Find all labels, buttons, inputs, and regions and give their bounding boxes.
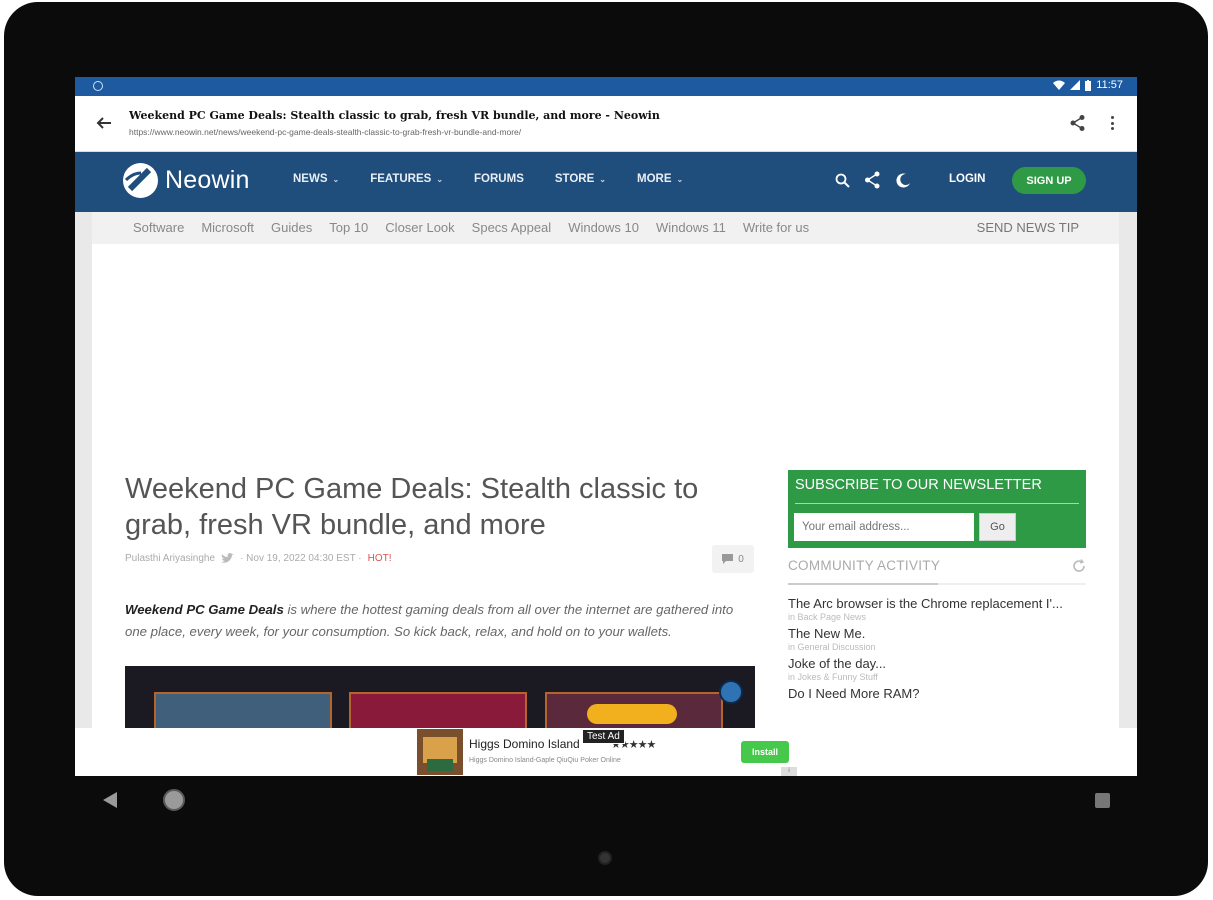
article-intro: Weekend PC Game Deals is where the hotte… [125, 599, 755, 643]
category-list: Software Microsoft Guides Top 10 Closer … [133, 220, 826, 235]
newsletter-title: SUBSCRIBE TO OUR NEWSLETTER [795, 477, 1042, 493]
ad-choices-icon[interactable]: i [781, 767, 797, 776]
category-bar: Software Microsoft Guides Top 10 Closer … [92, 212, 1119, 244]
notification-icon [93, 81, 103, 91]
category-closer-look[interactable]: Closer Look [385, 220, 454, 235]
newsletter-divider [795, 503, 1079, 504]
comment-icon [722, 554, 734, 564]
activity-category: in Jokes & Funny Stuff [788, 672, 878, 682]
home-circle-icon[interactable] [163, 789, 185, 811]
nav-news[interactable]: NEWS ⌄ [293, 173, 339, 185]
refresh-icon[interactable] [1072, 559, 1086, 573]
arrow-left-icon[interactable] [95, 114, 113, 132]
comments-button[interactable]: 0 [712, 545, 754, 573]
category-microsoft[interactable]: Microsoft [201, 220, 254, 235]
ad-subtitle: Higgs Domino Island-Gaple QiuQiu Poker O… [469, 757, 621, 764]
android-nav-bar [75, 776, 1137, 824]
ad-install-button[interactable]: Install [741, 741, 789, 763]
comment-count: 0 [738, 553, 744, 565]
status-icons: 11:57 [1053, 79, 1123, 91]
nav-more[interactable]: MORE ⌄ [637, 173, 683, 185]
battery-icon [1085, 79, 1092, 91]
activity-title: The Arc browser is the Chrome replacemen… [788, 596, 1063, 611]
nav-store[interactable]: STORE ⌄ [555, 173, 606, 185]
recent-apps-icon[interactable] [1095, 793, 1110, 808]
chevron-down-icon: ⌄ [332, 174, 340, 184]
category-software[interactable]: Software [133, 220, 184, 235]
page-title: Weekend PC Game Deals: Stealth classic t… [129, 109, 660, 122]
send-news-tip-link[interactable]: SEND NEWS TIP [977, 220, 1079, 235]
signup-button[interactable]: SIGN UP [1012, 167, 1086, 194]
newsletter-email-input[interactable] [794, 513, 974, 541]
article-meta: Pulasthi Ariyasinghe · Nov 19, 2022 04:3… [125, 553, 392, 564]
status-time: 11:57 [1096, 79, 1123, 91]
community-activity-title: COMMUNITY ACTIVITY [788, 558, 941, 573]
main-nav: NEWS ⌄ FEATURES ⌄ FORUMS STORE ⌄ MORE ⌄ [293, 173, 714, 185]
ad-banner[interactable]: Higgs Domino Island ★★★★★ Test Ad Higgs … [75, 728, 1137, 776]
twitter-icon[interactable] [221, 553, 235, 564]
intro-bold[interactable]: Weekend PC Game Deals [125, 602, 284, 617]
newsletter-box: SUBSCRIBE TO OUR NEWSLETTER Go [788, 470, 1086, 548]
article-author[interactable]: Pulasthi Ariyasinghe [125, 553, 215, 564]
article-date: · Nov 19, 2022 04:30 EST · [240, 553, 362, 564]
share-icon[interactable] [864, 171, 881, 189]
category-specs-appeal[interactable]: Specs Appeal [472, 220, 552, 235]
signal-icon [1070, 80, 1081, 90]
wifi-icon [1053, 80, 1066, 90]
image-zoom-icon[interactable] [719, 680, 743, 704]
nav-forums[interactable]: FORUMS [474, 173, 524, 185]
category-guides[interactable]: Guides [271, 220, 312, 235]
browser-toolbar: Weekend PC Game Deals: Stealth classic t… [75, 96, 1137, 152]
page-url: https://www.neowin.net/news/weekend-pc-g… [129, 127, 522, 137]
activity-category: in General Discussion [788, 642, 876, 652]
community-divider-accent [788, 583, 938, 585]
nav-features[interactable]: FEATURES ⌄ [370, 173, 443, 185]
category-windows-11[interactable]: Windows 11 [656, 220, 726, 235]
activity-item[interactable]: The New Me. in General Discussion [788, 626, 1086, 652]
newsletter-go-button[interactable]: Go [979, 513, 1016, 541]
header-tools [835, 171, 911, 189]
camera-icon [598, 851, 612, 865]
search-icon[interactable] [835, 173, 850, 188]
chevron-down-icon: ⌄ [599, 174, 606, 184]
activity-item[interactable]: The Arc browser is the Chrome replacemen… [788, 596, 1086, 622]
chevron-down-icon: ⌄ [436, 174, 444, 184]
login-link[interactable]: LOGIN [949, 173, 985, 185]
category-windows-10[interactable]: Windows 10 [568, 220, 639, 235]
test-ad-label: Test Ad [582, 729, 625, 744]
activity-category: in Back Page News [788, 612, 867, 622]
page-background: Software Microsoft Guides Top 10 Closer … [75, 212, 1137, 776]
community-activity-list: The Arc browser is the Chrome replacemen… [788, 596, 1086, 705]
activity-title: Joke of the day... [788, 656, 887, 671]
status-bar: 11:57 [75, 77, 1137, 96]
dark-mode-icon[interactable] [895, 172, 911, 188]
chevron-down-icon: ⌄ [676, 174, 684, 184]
screen: 11:57 Weekend PC Game Deals: Stealth cla… [75, 77, 1137, 776]
logo-text: Neowin [165, 166, 250, 194]
activity-title: The New Me. [788, 626, 866, 641]
neowin-logo-icon [123, 163, 158, 198]
category-write-for-us[interactable]: Write for us [743, 220, 809, 235]
category-top-10[interactable]: Top 10 [329, 220, 368, 235]
ad-title: Higgs Domino Island [469, 737, 580, 751]
ad-app-icon [417, 729, 463, 775]
hot-badge: HOT! [367, 553, 392, 564]
article-title: Weekend PC Game Deals: Stealth classic t… [125, 473, 699, 541]
activity-item[interactable]: Do I Need More RAM? [788, 686, 1086, 701]
site-header: Neowin NEWS ⌄ FEATURES ⌄ FORUMS STORE ⌄ MOR… [75, 152, 1137, 213]
page-content: Software Microsoft Guides Top 10 Closer … [92, 212, 1119, 776]
activity-title: Do I Need More RAM? [788, 686, 920, 701]
share-icon[interactable] [1069, 114, 1087, 132]
more-vert-icon[interactable] [1107, 114, 1117, 132]
neowin-logo[interactable]: Neowin [123, 163, 250, 198]
activity-item[interactable]: Joke of the day... in Jokes & Funny Stuf… [788, 656, 1086, 682]
game-art [587, 704, 677, 724]
back-triangle-icon[interactable] [103, 792, 117, 808]
